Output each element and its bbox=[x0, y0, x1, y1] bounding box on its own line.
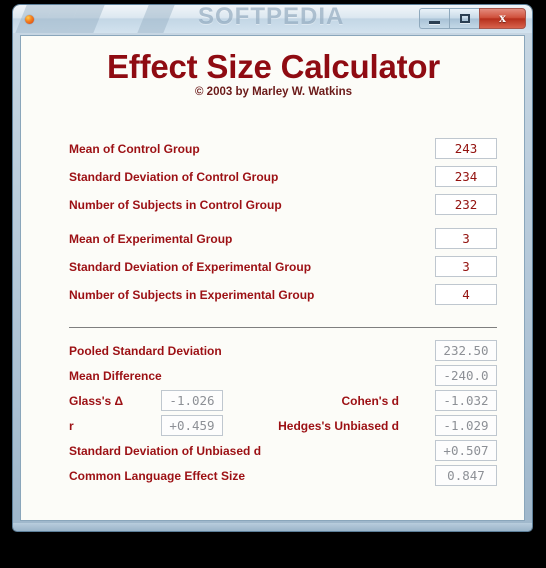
label-mean-difference: Mean Difference bbox=[69, 369, 162, 383]
minimize-button[interactable] bbox=[419, 8, 449, 29]
result-common-language-effect-size: 0.847 bbox=[435, 465, 497, 486]
input-mean-control[interactable]: 243 bbox=[435, 138, 497, 159]
label-sd-experimental: Standard Deviation of Experimental Group bbox=[69, 260, 312, 274]
input-mean-experimental[interactable]: 3 bbox=[435, 228, 497, 249]
input-sd-control[interactable]: 234 bbox=[435, 166, 497, 187]
window-frame-bottom bbox=[13, 523, 532, 531]
close-icon: x bbox=[499, 10, 506, 26]
label-mean-experimental: Mean of Experimental Group bbox=[69, 232, 233, 246]
row-n-experimental: Number of Subjects in Experimental Group… bbox=[21, 284, 524, 306]
input-n-experimental[interactable]: 4 bbox=[435, 284, 497, 305]
result-pooled-sd: 232.50 bbox=[435, 340, 497, 361]
result-r: +0.459 bbox=[161, 415, 223, 436]
watermark-text: SOFTPEDIA bbox=[198, 5, 345, 30]
row-sd-unbiased-d: Standard Deviation of Unbiased d +0.507 bbox=[21, 440, 524, 462]
close-button[interactable]: x bbox=[479, 8, 526, 29]
section-divider bbox=[69, 327, 497, 328]
page-title: Effect Size Calculator bbox=[106, 48, 441, 85]
label-n-experimental: Number of Subjects in Experimental Group bbox=[69, 288, 315, 302]
client-area: Effect Size Calculator © 2003 by Marley … bbox=[20, 35, 525, 521]
row-mean-experimental: Mean of Experimental Group 3 bbox=[21, 228, 524, 250]
row-r-hedges: r +0.459 Hedges's Unbiased d -1.029 bbox=[21, 415, 524, 437]
maximize-button[interactable] bbox=[449, 8, 479, 29]
title-bar[interactable]: SOFTPEDIA x bbox=[13, 5, 532, 33]
row-sd-control: Standard Deviation of Control Group 234 bbox=[21, 166, 524, 188]
label-common-language-effect-size: Common Language Effect Size bbox=[69, 469, 246, 483]
label-hedges-unbiased-d: Hedges's Unbiased d bbox=[278, 419, 399, 433]
label-pooled-sd: Pooled Standard Deviation bbox=[69, 344, 222, 358]
label-sd-unbiased-d: Standard Deviation of Unbiased d bbox=[69, 444, 262, 458]
result-cohen-d: -1.032 bbox=[435, 390, 497, 411]
label-mean-control: Mean of Control Group bbox=[69, 142, 200, 156]
maximize-icon bbox=[459, 14, 470, 23]
result-mean-difference: -240.0 bbox=[435, 365, 497, 386]
app-icon bbox=[25, 15, 34, 24]
row-sd-experimental: Standard Deviation of Experimental Group… bbox=[21, 256, 524, 278]
row-mean-control: Mean of Control Group 243 bbox=[21, 138, 524, 160]
row-common-language-effect-size: Common Language Effect Size 0.847 bbox=[21, 465, 524, 487]
application-window: SOFTPEDIA x Effect Size Calculator © 200… bbox=[13, 5, 532, 531]
result-sd-unbiased-d: +0.507 bbox=[435, 440, 497, 461]
row-n-control: Number of Subjects in Control Group 232 bbox=[21, 194, 524, 216]
label-cohen-d: Cohen's d bbox=[341, 394, 399, 408]
row-pooled-sd: Pooled Standard Deviation 232.50 bbox=[21, 340, 524, 362]
label-sd-control: Standard Deviation of Control Group bbox=[69, 170, 279, 184]
copyright-subtitle: © 2003 by Marley W. Watkins bbox=[195, 86, 352, 98]
input-sd-experimental[interactable]: 3 bbox=[435, 256, 497, 277]
row-mean-difference: Mean Difference -240.0 bbox=[21, 365, 524, 387]
result-hedges-unbiased-d: -1.029 bbox=[435, 415, 497, 436]
label-n-control: Number of Subjects in Control Group bbox=[69, 198, 282, 212]
label-r: r bbox=[69, 419, 74, 433]
minimize-icon bbox=[429, 20, 440, 24]
window-controls: x bbox=[419, 8, 526, 29]
label-glass-delta: Glass's Δ bbox=[69, 394, 124, 408]
result-glass-delta: -1.026 bbox=[161, 390, 223, 411]
input-n-control[interactable]: 232 bbox=[435, 194, 497, 215]
row-glass-cohen: Glass's Δ -1.026 Cohen's d -1.032 bbox=[21, 390, 524, 412]
